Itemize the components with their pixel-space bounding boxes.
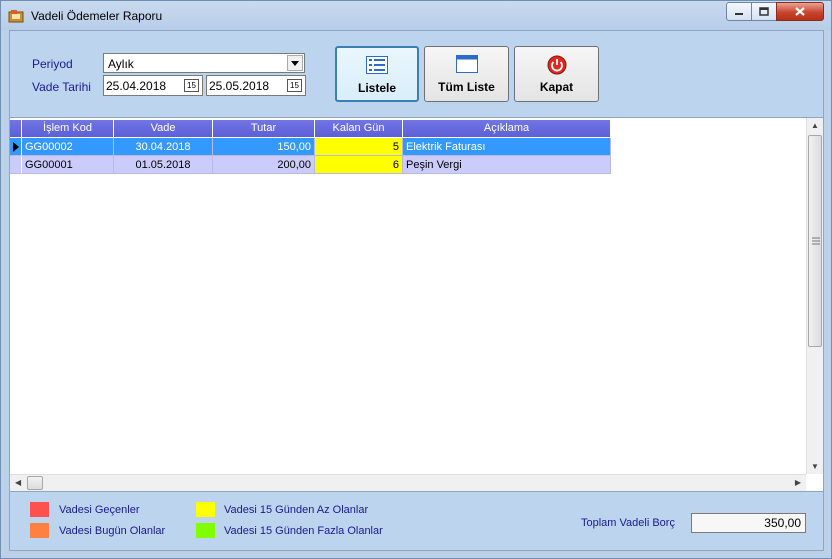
legend-overdue: Vadesi Geçenler — [59, 504, 140, 516]
horizontal-scroll-thumb[interactable] — [27, 476, 43, 490]
window-icon — [455, 55, 478, 73]
current-row-arrow-icon — [13, 142, 19, 152]
calendar-icon[interactable]: 15 — [287, 79, 302, 92]
dropdown-arrow-button[interactable] — [287, 55, 303, 71]
maximize-button[interactable] — [751, 2, 777, 21]
period-label: Periyod — [32, 57, 73, 71]
legend-due-today: Vadesi Bugün Olanlar — [59, 525, 166, 537]
horizontal-scrollbar[interactable]: ◀ ▶ — [10, 474, 806, 491]
title-bar[interactable]: Vadeli Ödemeler Raporu — [1, 1, 831, 30]
minimize-button[interactable] — [726, 2, 752, 21]
vertical-scrollbar[interactable]: ▲ ▼ — [806, 118, 823, 474]
cell-aciklama[interactable]: Peşin Vergi — [403, 156, 611, 174]
close-window-button[interactable] — [776, 2, 824, 21]
date-from-value: 25.04.2018 — [106, 79, 167, 93]
over-15-swatch — [196, 523, 215, 538]
table-row[interactable]: GG00002 30.04.2018 150,00 5 Elektrik Fat… — [10, 138, 611, 156]
close-button[interactable]: Kapat — [514, 46, 599, 102]
maximize-icon — [759, 7, 769, 16]
date-to-value: 25.05.2018 — [209, 79, 270, 93]
period-value: Aylık — [108, 57, 134, 71]
close-icon — [795, 7, 805, 16]
table-row[interactable]: GG00001 01.05.2018 200,00 6 Peşin Vergi — [10, 156, 611, 174]
scroll-up-icon[interactable]: ▲ — [811, 121, 819, 130]
cell-kod[interactable]: GG00001 — [22, 156, 114, 174]
cell-kalan-gun[interactable]: 5 — [315, 138, 403, 156]
minimize-icon — [735, 12, 743, 15]
due-today-swatch — [30, 523, 49, 538]
overdue-swatch — [30, 502, 49, 517]
date-to-picker[interactable]: 25.05.2018 15 — [206, 75, 306, 96]
close-button-label: Kapat — [539, 80, 574, 94]
scroll-left-icon[interactable]: ◀ — [15, 478, 21, 487]
total-label: Toplam Vadeli Borç — [581, 517, 675, 529]
all-list-button[interactable]: Tüm Liste — [424, 46, 509, 102]
cell-kalan-gun[interactable]: 6 — [315, 156, 403, 174]
row-header[interactable] — [10, 156, 22, 174]
legend-under-15: Vadesi 15 Günden Az Olanlar — [224, 504, 369, 516]
cell-tutar[interactable]: 200,00 — [213, 156, 315, 174]
cell-vade[interactable]: 30.04.2018 — [114, 138, 213, 156]
column-header-tutar[interactable]: Tutar — [213, 120, 315, 137]
legend-over-15: Vadesi 15 Günden Fazla Olanlar — [224, 525, 383, 537]
column-header-aciklama[interactable]: Açıklama — [403, 120, 611, 137]
row-header-corner — [10, 120, 22, 137]
list-button[interactable]: Listele — [335, 46, 419, 102]
scroll-right-icon[interactable]: ▶ — [795, 478, 801, 487]
column-header-kalan-gun[interactable]: Kalan Gün — [315, 120, 403, 137]
vertical-scroll-thumb[interactable] — [808, 135, 822, 347]
chevron-down-icon — [291, 60, 299, 66]
list-button-label: Listele — [357, 81, 396, 95]
calendar-icon[interactable]: 15 — [184, 79, 199, 92]
app-icon — [8, 10, 24, 23]
power-icon — [547, 55, 566, 75]
cell-aciklama[interactable]: Elektrik Faturası — [403, 138, 611, 156]
client-area: Periyod Aylık Vade Tarihi 25.04.2018 15 … — [9, 30, 824, 551]
cell-vade[interactable]: 01.05.2018 — [114, 156, 213, 174]
grid-header: İşlem Kod Vade Tutar Kalan Gün Açıklama — [10, 120, 611, 137]
list-icon — [366, 56, 388, 74]
column-header-kod[interactable]: İşlem Kod — [22, 120, 114, 137]
cell-tutar[interactable]: 150,00 — [213, 138, 315, 156]
filter-panel: Periyod Aylık Vade Tarihi 25.04.2018 15 … — [10, 31, 823, 117]
row-header[interactable] — [10, 138, 22, 156]
scroll-down-icon[interactable]: ▼ — [811, 462, 819, 471]
legend-panel: Vadesi Geçenler Vadesi Bugün Olanlar Vad… — [10, 492, 823, 550]
window-title: Vadeli Ödemeler Raporu — [31, 9, 163, 23]
report-window: Vadeli Ödemeler Raporu Periyod Aylık Vad… — [0, 0, 832, 559]
due-payments-grid[interactable]: İşlem Kod Vade Tutar Kalan Gün Açıklama … — [10, 117, 823, 492]
period-select[interactable]: Aylık — [103, 53, 305, 73]
all-list-button-label: Tüm Liste — [438, 80, 495, 94]
total-value-field: 350,00 — [691, 513, 806, 533]
date-from-picker[interactable]: 25.04.2018 15 — [103, 75, 203, 96]
grip-icon — [812, 237, 820, 245]
column-header-vade[interactable]: Vade — [114, 120, 213, 137]
cell-kod[interactable]: GG00002 — [22, 138, 114, 156]
under-15-swatch — [196, 502, 215, 517]
due-date-label: Vade Tarihi — [32, 80, 91, 94]
